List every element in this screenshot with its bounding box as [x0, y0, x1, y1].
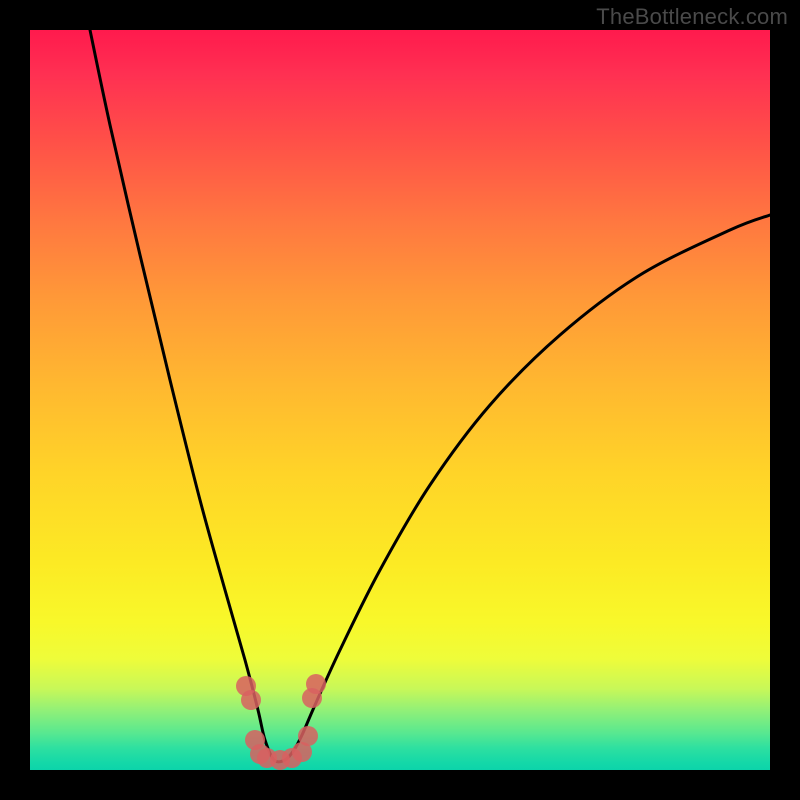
watermark-text: TheBottleneck.com — [596, 4, 788, 30]
chart-svg — [30, 30, 770, 770]
bottleneck-curve — [90, 30, 770, 762]
valley-marker — [298, 726, 318, 746]
valley-marker — [241, 690, 261, 710]
chart-frame — [30, 30, 770, 770]
valley-marker — [306, 674, 326, 694]
valley-markers — [236, 674, 326, 770]
